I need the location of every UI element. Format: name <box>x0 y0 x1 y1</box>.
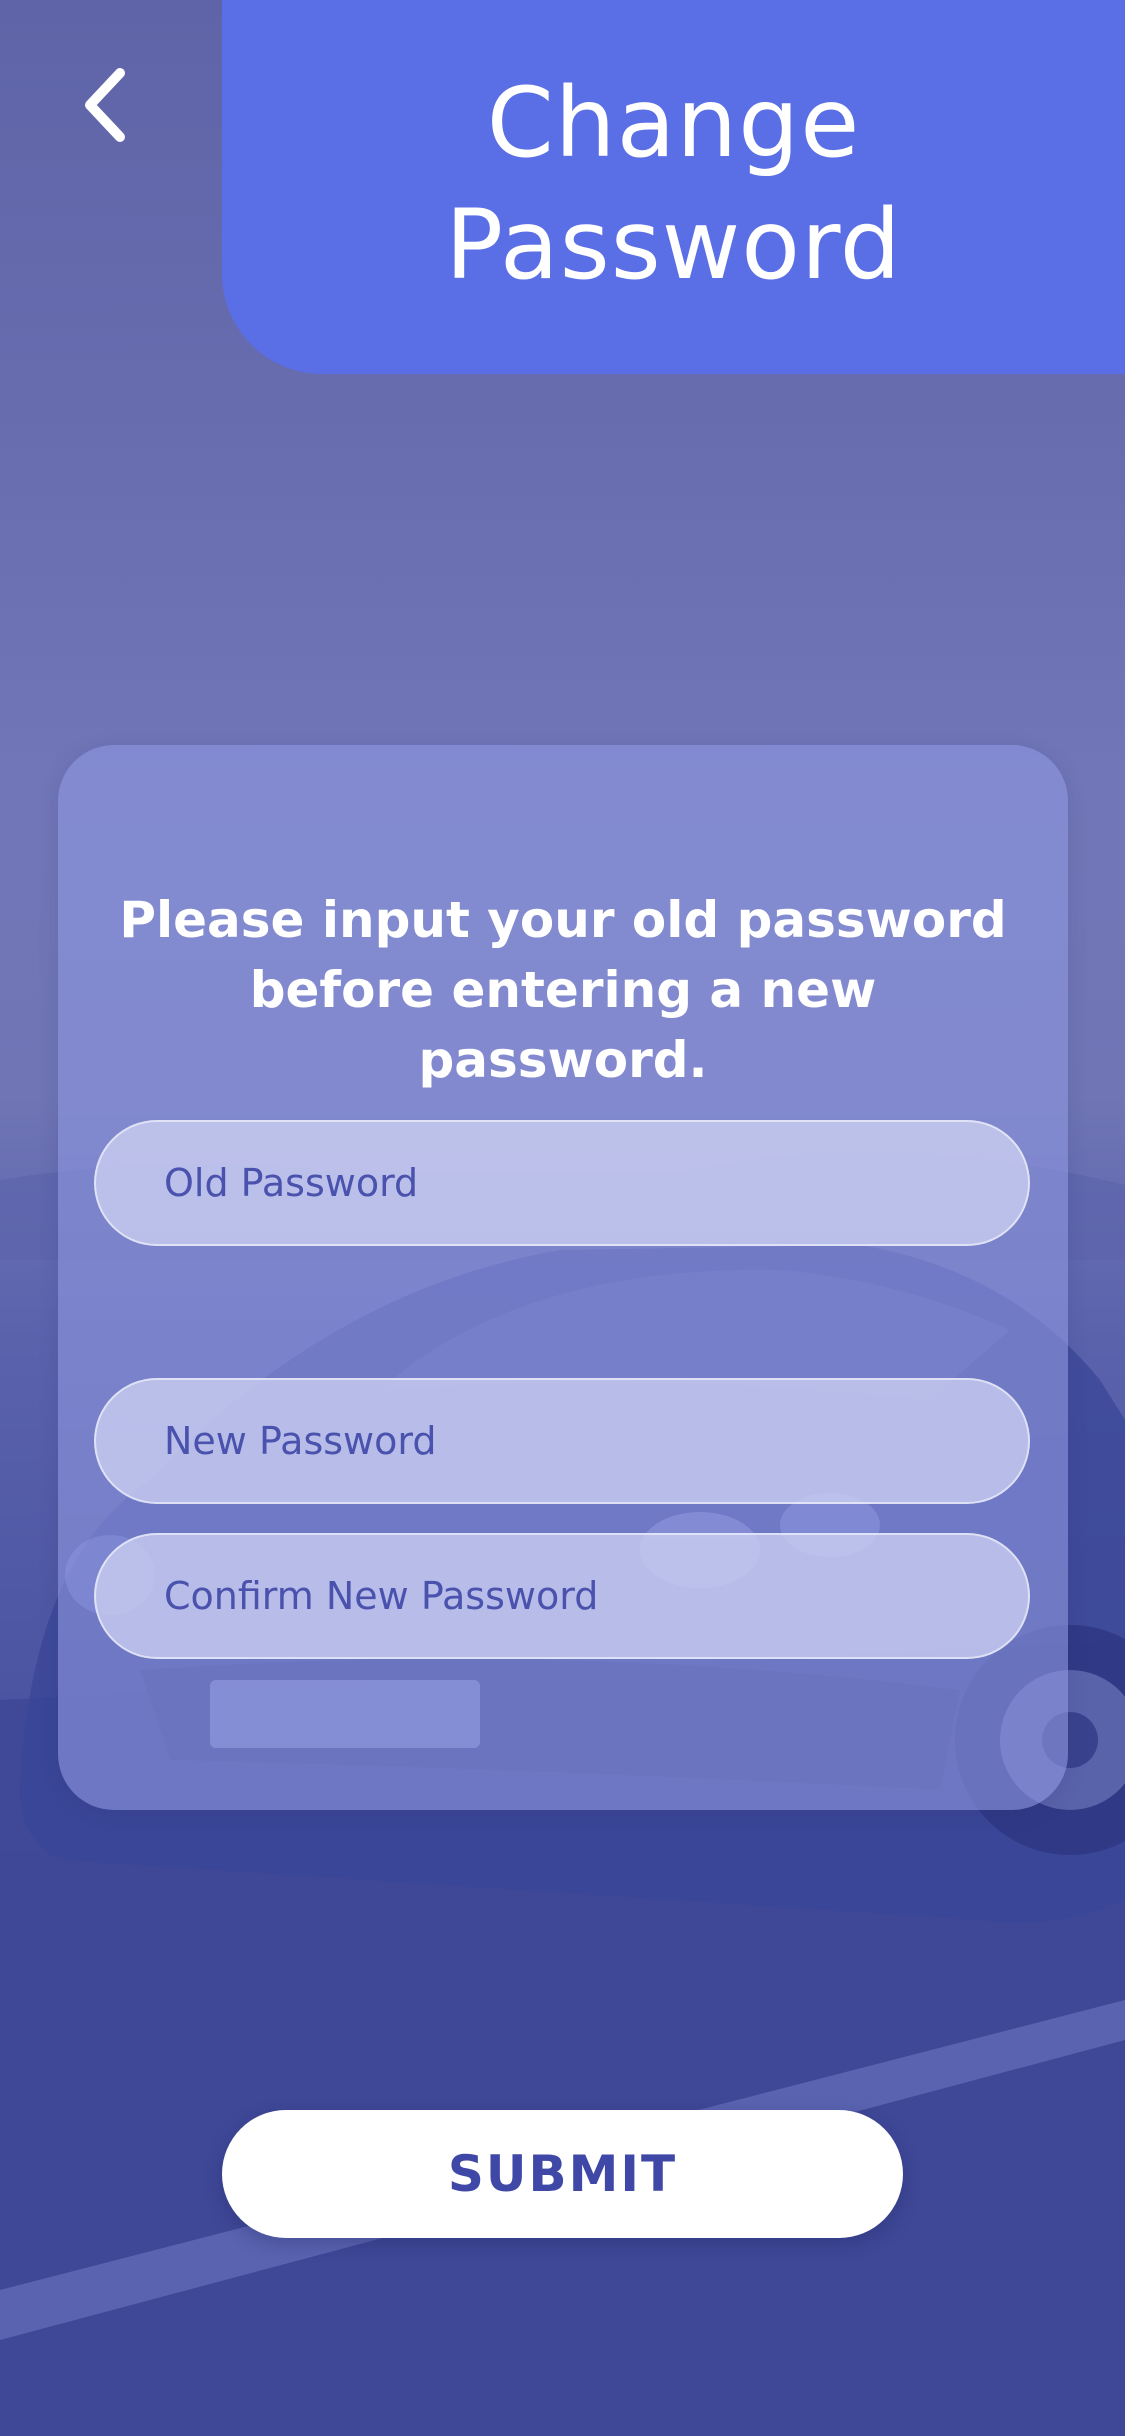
change-password-card: Please input your old password before en… <box>58 745 1068 1810</box>
confirm-password-input[interactable] <box>162 1534 1028 1658</box>
old-password-field[interactable] <box>94 1120 1030 1246</box>
new-password-field[interactable] <box>94 1378 1030 1504</box>
new-password-input[interactable] <box>162 1379 1028 1503</box>
confirm-password-field[interactable] <box>94 1533 1030 1659</box>
old-password-input[interactable] <box>162 1121 1028 1245</box>
page-title: Change Password <box>445 67 902 301</box>
submit-button[interactable]: SUBMIT <box>222 2110 903 2238</box>
header-panel: Change Password <box>222 0 1125 374</box>
instruction-text: Please input your old password before en… <box>119 891 1007 1089</box>
back-button[interactable] <box>60 55 150 155</box>
chevron-left-icon <box>85 68 125 142</box>
